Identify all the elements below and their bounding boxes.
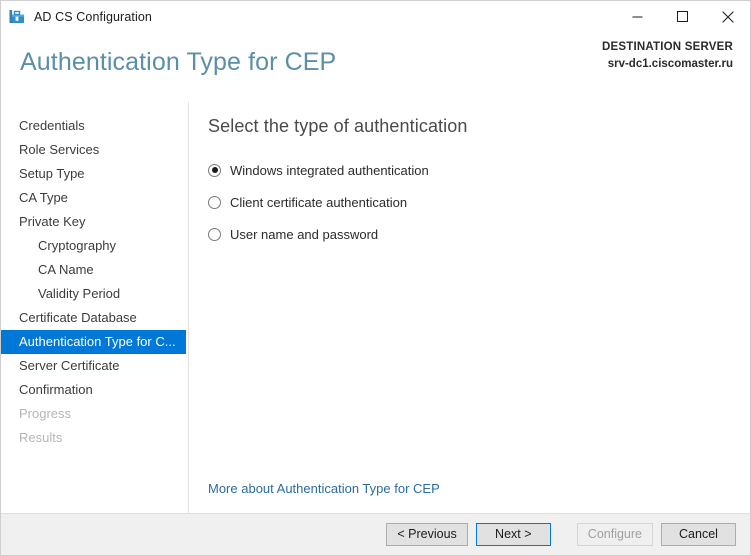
maximize-icon[interactable] [660, 1, 705, 32]
more-about-link[interactable]: More about Authentication Type for CEP [208, 481, 440, 496]
adcs-toolbox-icon [9, 9, 25, 25]
radio-option-user-name-and-password[interactable]: User name and password [208, 226, 750, 242]
configure-button: Configure [576, 523, 653, 546]
title-bar: AD CS Configuration [1, 1, 750, 32]
sidebar-item-ca-type[interactable]: CA Type [1, 186, 188, 210]
page-title: Authentication Type for CEP [20, 48, 337, 76]
sidebar-item-setup-type[interactable]: Setup Type [1, 162, 188, 186]
sidebar-item-cryptography[interactable]: Cryptography [1, 234, 188, 258]
content-heading: Select the type of authentication [208, 116, 468, 136]
destination-server-name: srv-dc1.ciscomaster.ru [607, 58, 733, 70]
sidebar-item-ca-name[interactable]: CA Name [1, 258, 188, 282]
radio-option-client-certificate-authentication[interactable]: Client certificate authentication [208, 194, 750, 210]
wizard-step-navigation: Credentials Role Services Setup Type CA Typ… [1, 102, 189, 513]
sidebar-item-role-services[interactable]: Role Services [1, 138, 188, 162]
radio-option-windows-integrated-authentication[interactable]: Windows integrated authentication [208, 162, 750, 178]
sidebar-item-progress: Progress [19, 406, 72, 421]
authentication-type-radio-group: Windows integrated authentication Client … [208, 162, 750, 242]
radio-option-label: Windows integrated authentication [230, 162, 429, 178]
radio-selected-icon[interactable] [208, 163, 221, 177]
radio-unselected-icon[interactable] [208, 195, 221, 209]
wizard-body: Credentials Role Services Setup Type CA Typ… [1, 102, 750, 513]
sidebar-item-credentials[interactable]: Credentials [1, 114, 188, 138]
radio-unselected-icon[interactable] [208, 227, 221, 241]
adcs-configuration-window: AD CS Configuration Authentication Type … [0, 0, 751, 556]
page-header: Authentication Type for CEP DESTINATION … [1, 32, 750, 102]
sidebar-item-results: Results [19, 430, 63, 445]
wizard-content-pane: Select the type of authentication Window… [189, 102, 750, 513]
sidebar-item-server-certificate[interactable]: Server Certificate [1, 354, 188, 378]
window-controls [615, 1, 750, 32]
sidebar-item-private-key[interactable]: Private Key [1, 210, 188, 234]
window-title: AD CS Configuration [34, 9, 152, 24]
destination-server-block: DESTINATION SERVER srv-dc1.ciscomaster.r… [602, 41, 733, 70]
sidebar-item-confirmation[interactable]: Confirmation [1, 378, 188, 402]
radio-option-label: User name and password [230, 226, 379, 242]
radio-option-label: Client certificate authentication [230, 194, 408, 210]
sidebar-item-authentication-type-for-c[interactable]: Authentication Type for C... [1, 330, 186, 354]
next-button[interactable]: Next > [475, 523, 551, 546]
minimize-icon[interactable] [615, 1, 660, 32]
destination-server-label: DESTINATION SERVER [602, 41, 733, 53]
sidebar-item-validity-period[interactable]: Validity Period [1, 282, 188, 306]
close-icon[interactable] [705, 1, 750, 32]
cancel-button[interactable]: Cancel [661, 523, 736, 546]
wizard-footer: < Previous Next > Configure Cancel [1, 513, 750, 555]
previous-button[interactable]: < Previous [386, 523, 468, 546]
sidebar-item-certificate-database[interactable]: Certificate Database [1, 306, 188, 330]
